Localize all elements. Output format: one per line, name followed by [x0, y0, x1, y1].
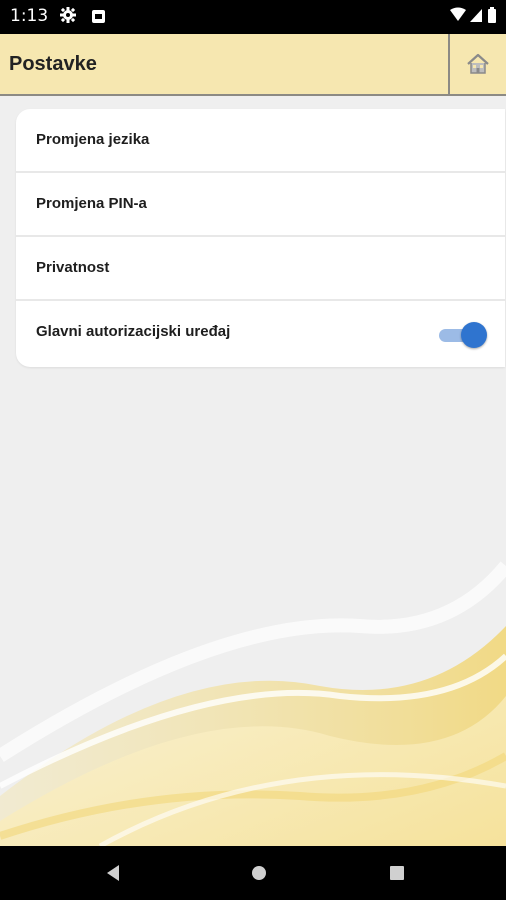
status-icons [448, 6, 500, 26]
back-triangle-icon [107, 865, 119, 881]
home-circle-icon [252, 866, 266, 880]
nav-back-button[interactable] [73, 846, 153, 900]
status-bar: 1:13 [0, 0, 506, 34]
system-nav-bar [0, 846, 506, 900]
settings-item-label: Promjena jezika [36, 131, 150, 148]
wifi-icon [450, 7, 466, 21]
settings-item-privacy[interactable]: Privatnost [16, 237, 505, 301]
app-bar: Postavke [0, 34, 506, 96]
battery-icon [488, 7, 496, 23]
settings-gear-icon [60, 7, 76, 27]
signal-icon [470, 9, 482, 22]
recents-square-icon [390, 866, 404, 880]
main-device-toggle[interactable] [437, 321, 489, 349]
nav-home-button[interactable] [219, 846, 299, 900]
settings-item-label: Privatnost [36, 259, 110, 276]
status-time: 1:13 [10, 6, 49, 26]
settings-item-label: Glavni autorizacijski uređaj [36, 323, 231, 340]
settings-item-label: Promjena PIN-a [36, 195, 147, 212]
notification-square-icon [92, 10, 105, 23]
nav-recents-button[interactable] [357, 846, 437, 900]
settings-item-pin[interactable]: Promjena PIN-a [16, 173, 505, 237]
settings-item-main-authorization-device: Glavni autorizacijski uređaj [16, 301, 505, 367]
page-title: Postavke [9, 53, 97, 75]
home-icon [467, 53, 489, 74]
toggle-thumb [461, 322, 487, 348]
settings-item-language[interactable]: Promjena jezika [16, 109, 505, 173]
home-button[interactable] [450, 34, 506, 94]
settings-list: Promjena jezika Promjena PIN-a Privatnos… [16, 109, 505, 367]
